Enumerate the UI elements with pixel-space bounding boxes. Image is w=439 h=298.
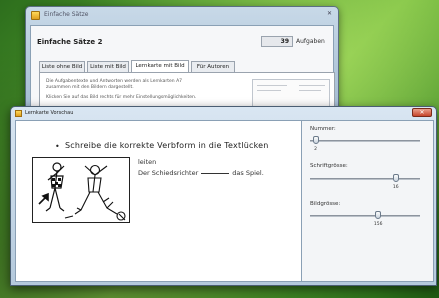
page-title: Einfache Sätze 2 [37, 38, 103, 46]
settings-panel: Nummer: 2 Schriftgrösse: 16 Bildgrösse: … [302, 120, 434, 282]
close-icon[interactable]: ✕ [327, 10, 332, 17]
image-size-value: 156 [373, 222, 383, 227]
app-icon [15, 110, 22, 117]
preview-window[interactable]: Lernkarte Vorschau ✕ • Schreibe die korr… [10, 106, 437, 286]
infinitive-word: leiten [138, 158, 157, 166]
note-line: zusammen mit den Bildern dargestellt. [46, 85, 134, 90]
tab-for-authors[interactable]: Für Autoren [191, 61, 235, 72]
font-size-value: 16 [392, 185, 399, 190]
number-value: 2 [314, 147, 317, 152]
note-line: Klicken Sie auf das Bild rechts für mehr… [46, 95, 197, 100]
cloze-sentence: Der Schiedsrichter das Spiel. [138, 169, 264, 177]
main-window-title: Einfache Sätze [44, 11, 89, 18]
image-size-slider-thumb[interactable] [375, 211, 382, 219]
sentence-end: das Spiel. [232, 169, 264, 177]
task-title: Schreibe die korrekte Verbform in die Te… [65, 141, 269, 150]
tab-list-without-image[interactable]: Liste ohne Bild [39, 61, 85, 72]
flashcard-preview: • Schreibe die korrekte Verbform in die … [15, 120, 302, 282]
number-slider[interactable] [310, 140, 420, 142]
answer-blank[interactable] [201, 173, 230, 174]
number-label: Nummer: [310, 126, 336, 132]
number-slider-thumb[interactable] [312, 136, 319, 144]
tab-flashcard-with-image[interactable]: Lernkarte mit Bild [131, 60, 189, 72]
image-size-slider[interactable] [310, 215, 420, 217]
main-window-titlebar[interactable]: Einfache Sätze ✕ [26, 7, 338, 25]
close-button[interactable]: ✕ [412, 108, 432, 117]
referee-soccer-drawing-icon [32, 157, 130, 223]
font-size-slider-thumb[interactable] [392, 174, 399, 182]
preview-window-title: Lernkarte Vorschau [25, 110, 74, 116]
font-size-slider[interactable] [310, 178, 420, 180]
task-count-field[interactable]: 39 [261, 36, 293, 47]
font-size-label: Schriftgrösse: [310, 163, 348, 169]
sentence-start: Der Schiedsrichter [138, 169, 199, 177]
bullet: • [55, 142, 60, 151]
image-size-label: Bildgrösse: [310, 201, 341, 207]
task-count-label: Aufgaben [296, 38, 325, 45]
app-icon [31, 11, 40, 20]
preview-window-titlebar[interactable]: Lernkarte Vorschau ✕ [11, 107, 436, 120]
tab-list-with-image[interactable]: Liste mit Bild [87, 61, 129, 72]
